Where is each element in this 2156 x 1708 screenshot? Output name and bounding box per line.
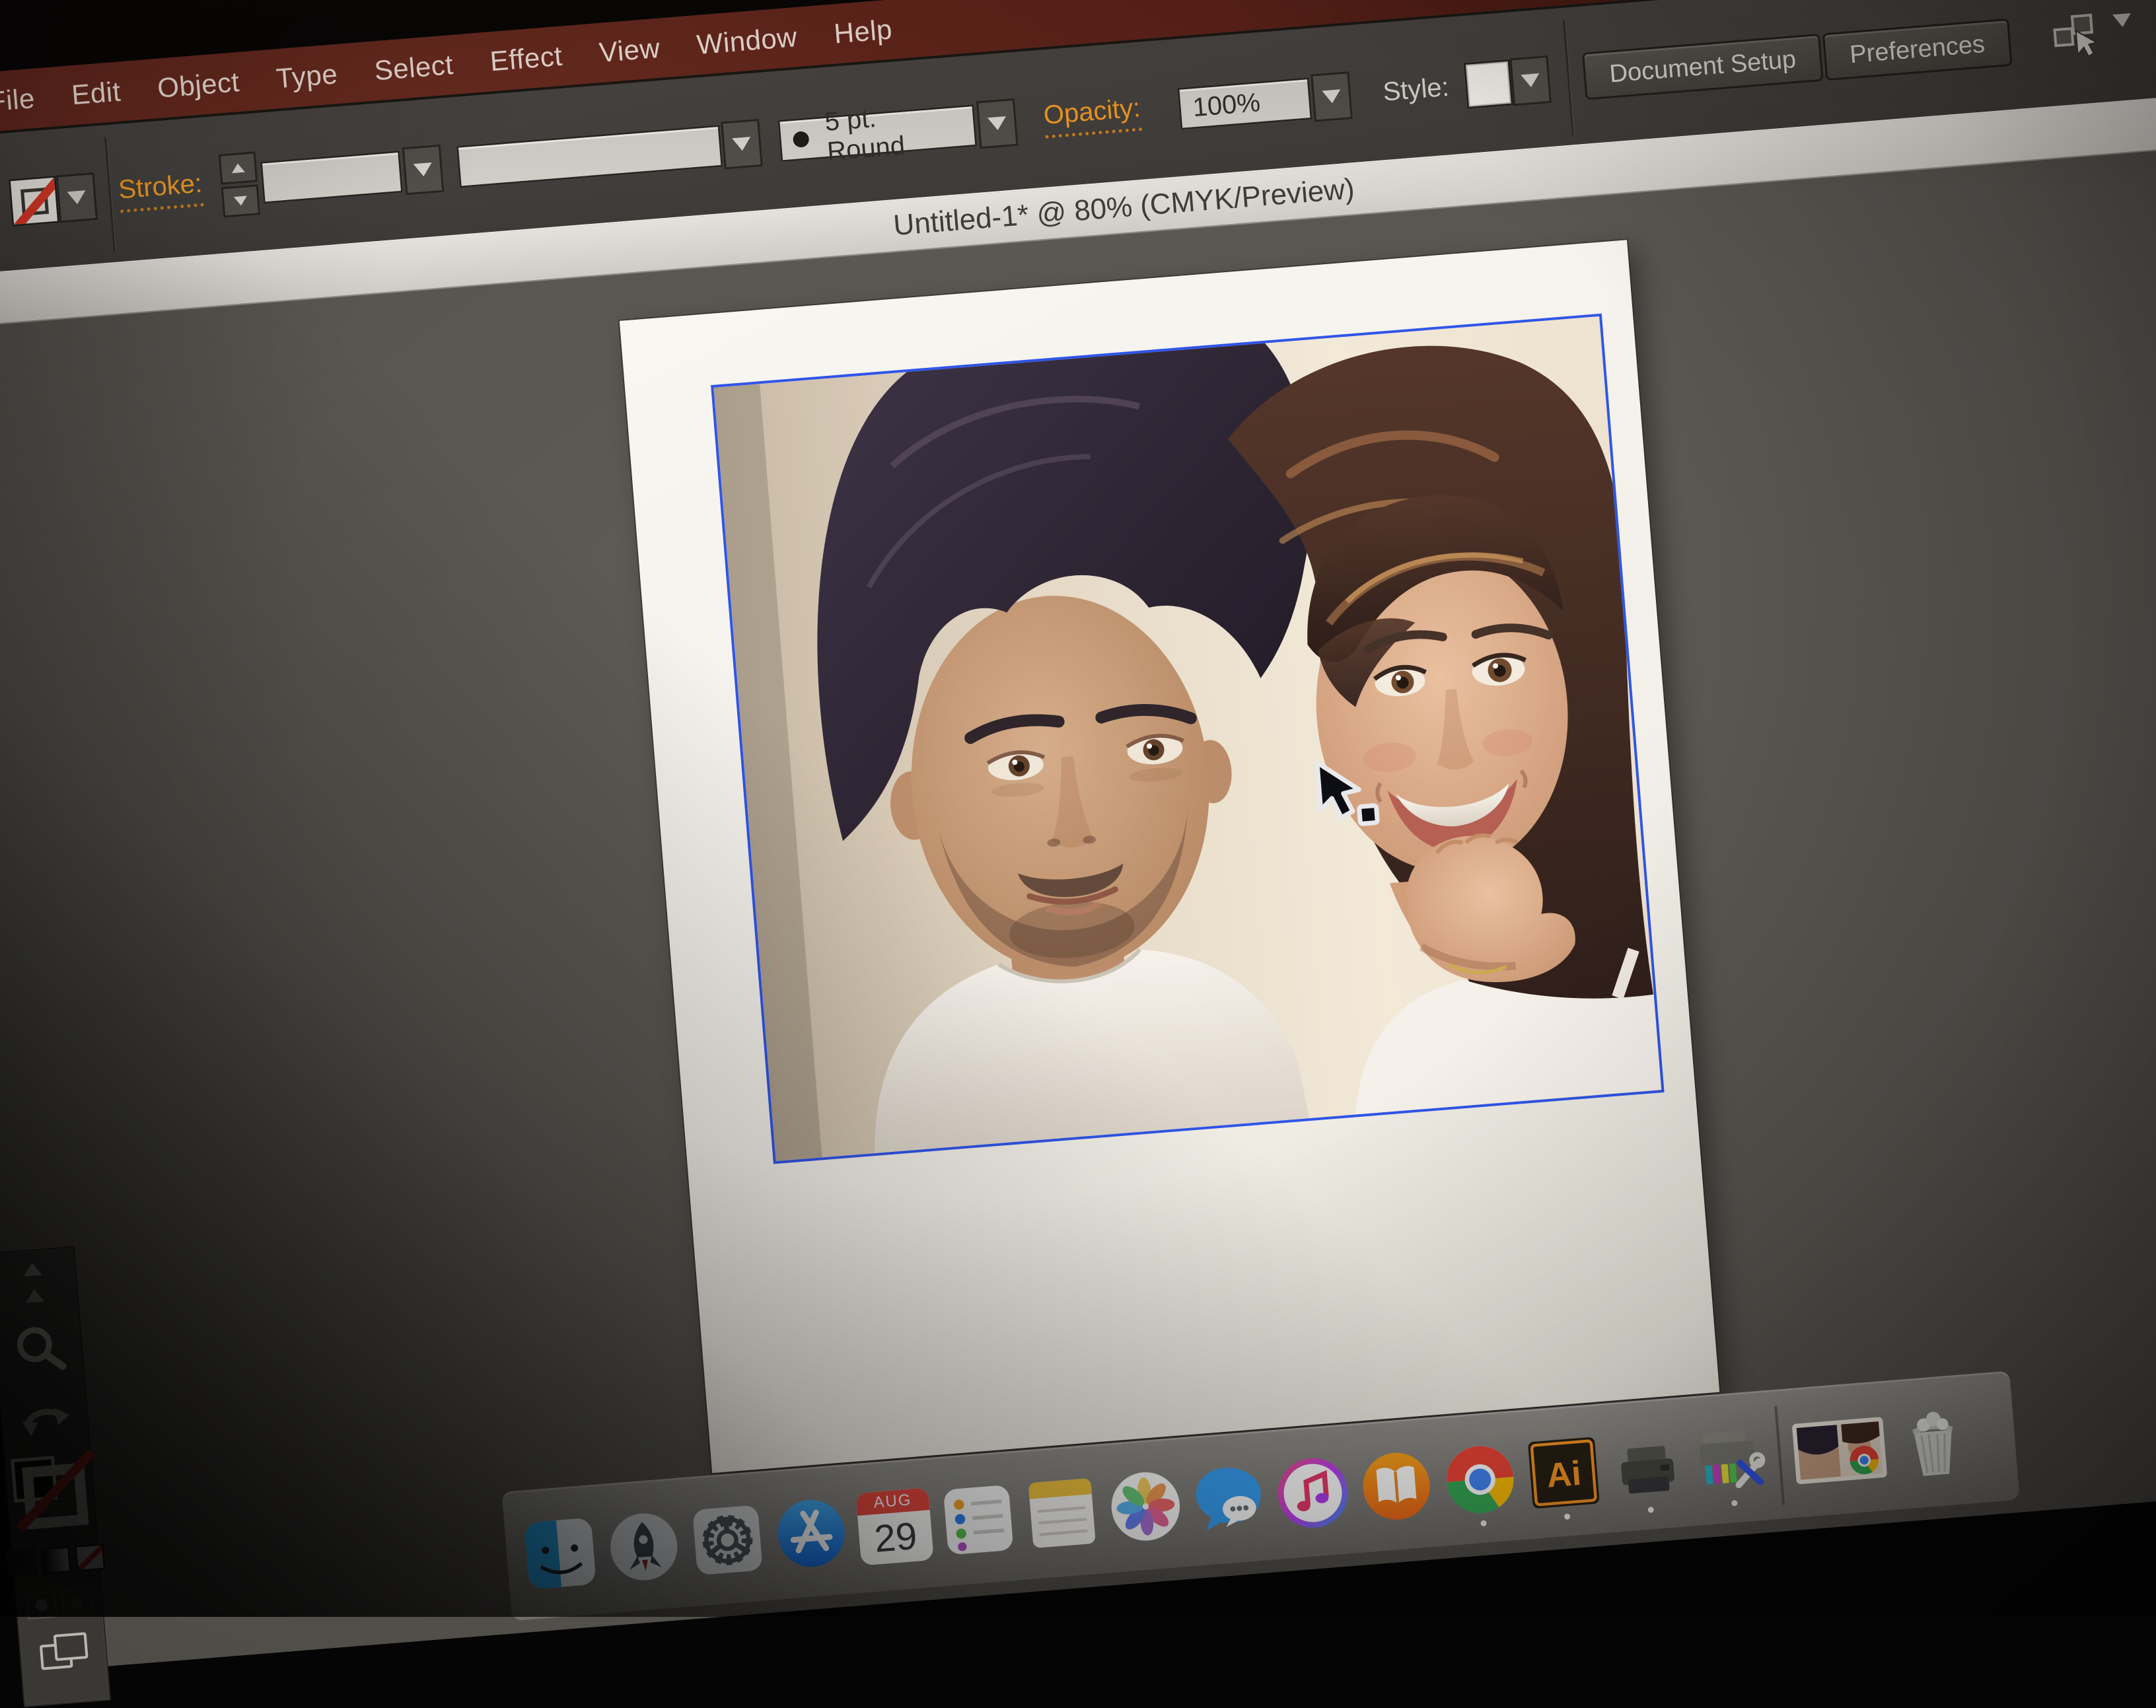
opacity-input[interactable]: [1177, 77, 1312, 130]
style-label: Style:: [1382, 73, 1450, 108]
fill-color-control[interactable]: [9, 172, 98, 227]
running-indicator-dot: [1480, 1520, 1487, 1526]
dock-item-ibooks[interactable]: [1357, 1447, 1435, 1525]
tool-slot-icons[interactable]: [22, 1262, 44, 1303]
dock-item-app-store[interactable]: [772, 1494, 850, 1572]
fill-chevron-down-icon[interactable]: [55, 172, 98, 223]
style-chevron-down-icon[interactable]: [1509, 55, 1552, 106]
drawing-modes[interactable]: [26, 1588, 92, 1619]
draw-behind-icon[interactable]: [61, 1588, 92, 1616]
calendar-day: 29: [857, 1510, 934, 1566]
menu-item-file[interactable]: File: [0, 83, 36, 118]
draw-normal-icon[interactable]: [26, 1591, 57, 1619]
dock-item-finder[interactable]: [521, 1514, 599, 1592]
menu-item-type[interactable]: Type: [275, 58, 339, 94]
select-similar-chevron-down-icon[interactable]: [2114, 26, 2133, 40]
dock-item-minimized-window[interactable]: [1790, 1410, 1889, 1490]
running-indicator-dot: [1564, 1513, 1571, 1520]
dock-item-trash[interactable]: [1894, 1404, 1972, 1481]
divider: [1563, 20, 1574, 136]
stroke-weight-input[interactable]: [260, 151, 403, 204]
dock-item-chrome[interactable]: [1441, 1440, 1519, 1518]
selfie-photo: [713, 316, 1661, 1161]
none-button[interactable]: [75, 1544, 106, 1572]
select-similar-objects-icon[interactable]: [2050, 12, 2104, 62]
dock-item-calendar[interactable]: AUG29: [855, 1487, 933, 1565]
dock-item-notes[interactable]: [1023, 1474, 1101, 1551]
dock-item-itunes[interactable]: [1274, 1454, 1351, 1532]
dock-item-printer[interactable]: [1608, 1427, 1686, 1505]
menu-item-view[interactable]: View: [598, 32, 661, 69]
fill-stroke-swatches[interactable]: [9, 1453, 92, 1533]
brush-preview-dot-icon: [793, 131, 810, 148]
dock-divider: [1774, 1406, 1785, 1505]
menu-item-edit[interactable]: Edit: [71, 75, 122, 111]
dock-item-messages[interactable]: [1190, 1460, 1268, 1538]
brush-definition-value: 5 pt. Round: [824, 97, 964, 167]
width-profile-select[interactable]: [456, 125, 723, 188]
menu-item-object[interactable]: Object: [157, 66, 241, 104]
menu-item-select[interactable]: Select: [373, 49, 454, 87]
stepper-up-icon[interactable]: [219, 151, 258, 184]
stroke-label[interactable]: Stroke:: [118, 169, 204, 213]
dock-item-printer-utility[interactable]: [1692, 1420, 1770, 1498]
zoom-tool-icon[interactable]: [6, 1317, 71, 1382]
stepper-down-icon[interactable]: [221, 184, 261, 217]
screen-mode-button[interactable]: [39, 1632, 88, 1671]
tools-panel: [0, 1246, 111, 1707]
color-button[interactable]: [6, 1549, 37, 1577]
style-swatch[interactable]: [1464, 59, 1513, 109]
brush-chevron-down-icon[interactable]: [976, 98, 1019, 149]
menu-item-help[interactable]: Help: [833, 13, 894, 50]
menu-item-window[interactable]: Window: [696, 21, 799, 61]
preferences-button[interactable]: Preferences: [1822, 18, 2013, 81]
artboard[interactable]: [620, 240, 1719, 1473]
placed-image[interactable]: [711, 314, 1665, 1164]
dock-item-launchpad[interactable]: [605, 1507, 683, 1585]
rotate-view-tool-icon[interactable]: [15, 1395, 74, 1442]
width-profile-chevron-down-icon[interactable]: [721, 119, 763, 169]
dock-item-reminders[interactable]: [939, 1480, 1017, 1558]
dock-item-photos[interactable]: [1106, 1467, 1184, 1545]
fill-none-swatch: [9, 176, 60, 227]
running-indicator-dot: [1731, 1499, 1738, 1506]
dock-item-system-preferences[interactable]: [688, 1501, 766, 1579]
gradient-button[interactable]: [40, 1546, 71, 1575]
opacity-label[interactable]: Opacity:: [1042, 93, 1142, 139]
menu-item-effect[interactable]: Effect: [489, 40, 563, 78]
laptop-screen: File Edit Object Type Select Effect View Window…: [0, 0, 2156, 1672]
dock-item-illustrator[interactable]: Ai: [1525, 1433, 1602, 1511]
brush-definition-select[interactable]: 5 pt. Round: [777, 104, 977, 162]
stroke-weight-stepper[interactable]: [219, 151, 261, 217]
stroke-weight-chevron-down-icon[interactable]: [402, 145, 445, 195]
running-indicator-dot: [1647, 1507, 1654, 1513]
opacity-chevron-down-icon[interactable]: [1311, 71, 1353, 122]
divider: [104, 137, 116, 253]
document-setup-button[interactable]: Document Setup: [1582, 34, 1824, 100]
